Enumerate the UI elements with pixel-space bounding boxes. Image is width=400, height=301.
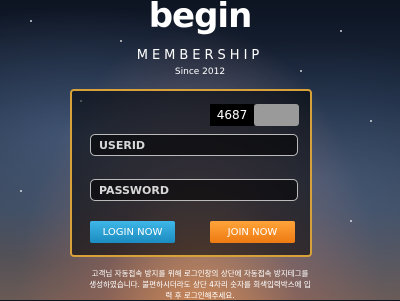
logo-text: begin [148, 0, 253, 36]
login-button[interactable]: LOGIN NOW [90, 221, 175, 243]
star [350, 220, 352, 222]
password-input[interactable] [90, 179, 298, 201]
notice-line: 생성하였습니다. 불편하시더라도 상단 4자리 숫자를 회색입력박스에 입 [89, 280, 311, 289]
captcha-input[interactable] [254, 104, 299, 126]
userid-input[interactable] [90, 134, 298, 156]
notice-line: 력 후 로그인해주세요. [165, 291, 235, 300]
login-panel: 4687 LOGIN NOW JOIN NOW [70, 89, 312, 257]
star [370, 120, 372, 122]
star [20, 190, 22, 192]
notice-line: 고객님 자동접속 방지를 위해 로그인창의 상단에 자동접속 방지테그를 [91, 269, 309, 278]
join-button[interactable]: JOIN NOW [210, 221, 295, 243]
since-label: Since 2012 [174, 67, 226, 77]
brand-logo: begin [0, 0, 400, 36]
captcha-code: 4687 [210, 104, 254, 126]
star [120, 40, 122, 42]
membership-title: MEMBERSHIP [136, 48, 264, 63]
captcha-notice: 고객님 자동접속 방지를 위해 로그인창의 상단에 자동접속 방지테그를 생성하… [60, 268, 340, 301]
